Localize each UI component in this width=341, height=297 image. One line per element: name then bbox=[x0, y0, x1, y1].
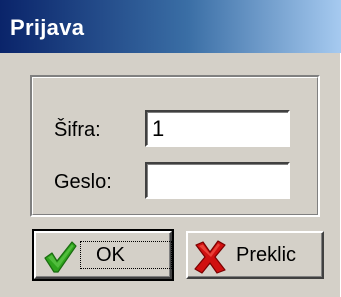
cancel-button-label: Preklic bbox=[236, 244, 297, 266]
credentials-group: Šifra: Geslo: bbox=[29, 74, 321, 218]
password-input[interactable] bbox=[145, 162, 290, 199]
password-label: Geslo: bbox=[54, 171, 112, 193]
login-dialog: Prijava Šifra: Geslo: OK Preklic bbox=[0, 0, 341, 297]
code-label: Šifra: bbox=[54, 119, 101, 141]
cancel-button[interactable]: Preklic bbox=[186, 231, 324, 279]
window-title: Prijava bbox=[10, 15, 85, 40]
red-x-icon bbox=[194, 240, 226, 274]
code-input[interactable] bbox=[145, 110, 290, 147]
ok-button[interactable]: OK bbox=[32, 229, 174, 281]
title-bar[interactable]: Prijava bbox=[0, 0, 341, 53]
ok-button-label: OK bbox=[96, 244, 125, 266]
checkmark-icon bbox=[44, 241, 77, 273]
focus-rect bbox=[80, 241, 172, 269]
